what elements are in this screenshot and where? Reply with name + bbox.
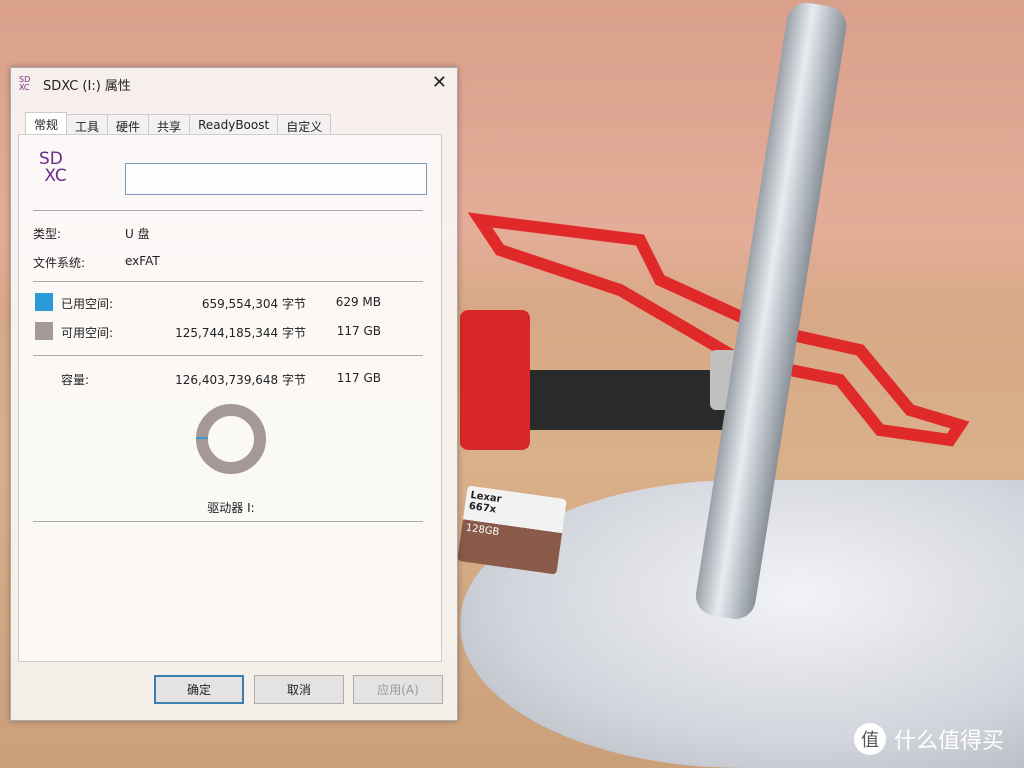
sdxc-drive-icon: SD XC — [19, 75, 31, 92]
tab-readyboost[interactable]: ReadyBoost — [189, 114, 279, 135]
free-space-arc — [196, 404, 266, 474]
drive-letter-label: 驱动器 I: — [207, 501, 255, 515]
drive-name-input[interactable] — [125, 163, 427, 195]
dialog-title: SDXC (I:) 属性 — [43, 78, 131, 94]
free-space-bytes: 125,744,185,344 字节 — [175, 326, 306, 340]
used-space-bytes: 659,554,304 字节 — [201, 297, 306, 311]
card-capacity: 128GB — [465, 522, 500, 539]
filesystem-value: exFAT — [125, 254, 160, 268]
capacity-label: 容量: — [61, 373, 90, 387]
drone — [460, 212, 970, 450]
sd-card: Lexar 667x 128GB — [457, 485, 567, 575]
used-space-size: 629 MB — [335, 295, 381, 309]
tab-bar: 常规 工具 硬件 共享 ReadyBoost 自定义 — [25, 112, 332, 135]
type-label: 类型: — [33, 227, 62, 241]
capacity-bytes: 126,403,739,648 字节 — [175, 373, 306, 387]
usage-ring-chart — [196, 404, 266, 474]
used-space-label: 已用空间: — [61, 297, 114, 311]
watermark-logo-icon: 值 — [854, 723, 886, 755]
tab-tools[interactable]: 工具 — [66, 114, 109, 135]
sdxc-drive-icon: SD XC — [39, 149, 67, 186]
free-space-label: 可用空间: — [61, 326, 114, 340]
filesystem-label: 文件系统: — [33, 256, 86, 270]
tab-general[interactable]: 常规 — [25, 112, 68, 135]
divider — [33, 521, 423, 522]
type-value: U 盘 — [125, 227, 150, 241]
properties-dialog: SD XC SDXC (I:) 属性 ✕ 常规 工具 硬件 共享 ReadyBoo… — [10, 67, 458, 721]
cancel-button[interactable]: 取消 — [254, 675, 344, 704]
close-icon[interactable]: ✕ — [432, 72, 447, 93]
capacity-size: 117 GB — [336, 371, 381, 385]
tab-hardware[interactable]: 硬件 — [107, 114, 150, 135]
divider — [33, 210, 423, 211]
watermark: 值 什么值得买 — [854, 723, 1004, 755]
tab-customize[interactable]: 自定义 — [277, 114, 332, 135]
general-panel: SD XC 类型: U 盘 文件系统: exFAT 已用空间: 659,554,… — [18, 134, 442, 662]
title-bar: SD XC SDXC (I:) 属性 — [11, 68, 457, 100]
free-space-swatch — [35, 322, 53, 340]
ok-button[interactable]: 确定 — [154, 675, 244, 704]
free-space-size: 117 GB — [336, 324, 381, 338]
divider — [33, 281, 423, 282]
tab-sharing[interactable]: 共享 — [148, 114, 191, 135]
apply-button[interactable]: 应用(A) — [353, 675, 443, 704]
divider — [33, 355, 423, 356]
used-space-swatch — [35, 293, 53, 311]
watermark-text: 什么值得买 — [894, 729, 1005, 754]
